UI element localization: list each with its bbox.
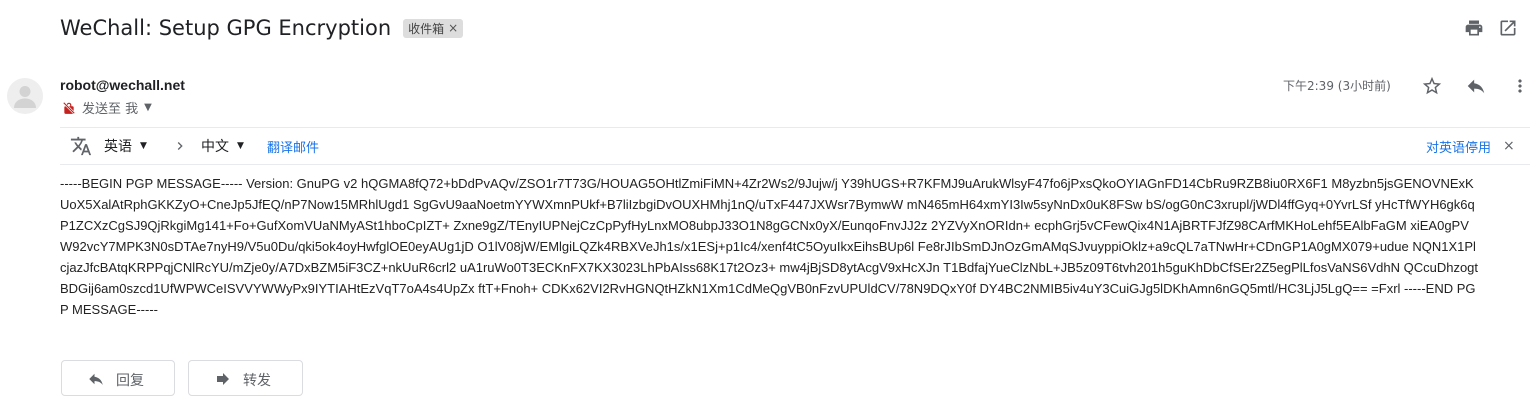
reply-icon: [87, 370, 105, 388]
print-icon[interactable]: [1460, 14, 1488, 42]
chevron-down-icon: ▼: [140, 141, 147, 151]
remove-label-button[interactable]: ×: [448, 21, 458, 35]
forward-button[interactable]: 转发: [188, 360, 303, 396]
forward-button-label: 转发: [243, 373, 271, 389]
reply-icon[interactable]: [1462, 72, 1490, 100]
translate-message-link[interactable]: 翻译邮件: [267, 128, 319, 164]
close-translate-bar-button[interactable]: ×: [1503, 128, 1515, 164]
source-language-dropdown[interactable]: 英语 ▼: [104, 128, 147, 164]
reply-button-label: 回复: [116, 373, 144, 389]
email-subject: WeChall: Setup GPG Encryption: [60, 16, 392, 40]
target-language-label: 中文: [201, 139, 229, 155]
subject-row: WeChall: Setup GPG Encryption 收件箱 ×: [60, 12, 464, 44]
forward-icon: [214, 370, 232, 388]
more-vertical-icon[interactable]: [1506, 72, 1534, 100]
turn-off-translation-link[interactable]: 对英语停用: [1426, 128, 1491, 164]
source-language-label: 英语: [104, 139, 132, 155]
recipient-text: 发送至 我: [82, 102, 139, 117]
chevron-down-icon: ▼: [237, 141, 244, 151]
translate-icon: [70, 128, 92, 164]
no-encryption-icon[interactable]: [62, 101, 76, 115]
recipient-row: 发送至 我 ▼: [62, 98, 152, 117]
email-body: -----BEGIN PGP MESSAGE----- Version: Gnu…: [60, 176, 1479, 317]
recipient-details-dropdown-icon[interactable]: ▼: [144, 102, 152, 113]
sender-email[interactable]: robot@wechall.net: [60, 77, 185, 93]
reply-button[interactable]: 回复: [61, 360, 175, 396]
inbox-label-chip[interactable]: 收件箱 ×: [403, 18, 464, 38]
open-in-new-window-icon[interactable]: [1494, 14, 1522, 42]
star-icon[interactable]: [1418, 72, 1446, 100]
inbox-label-text: 收件箱: [408, 21, 445, 36]
target-language-dropdown[interactable]: 中文 ▼: [201, 128, 244, 164]
person-avatar-icon: [14, 86, 36, 108]
chevron-right-icon: [172, 128, 188, 164]
sender-avatar[interactable]: [7, 78, 43, 114]
thread-actions: [1460, 14, 1540, 42]
email-timestamp: 下午2:39 (3小时前): [1283, 79, 1391, 93]
translate-bar: 英语 ▼ 中文 ▼ 翻译邮件 对英语停用 ×: [60, 127, 1530, 165]
